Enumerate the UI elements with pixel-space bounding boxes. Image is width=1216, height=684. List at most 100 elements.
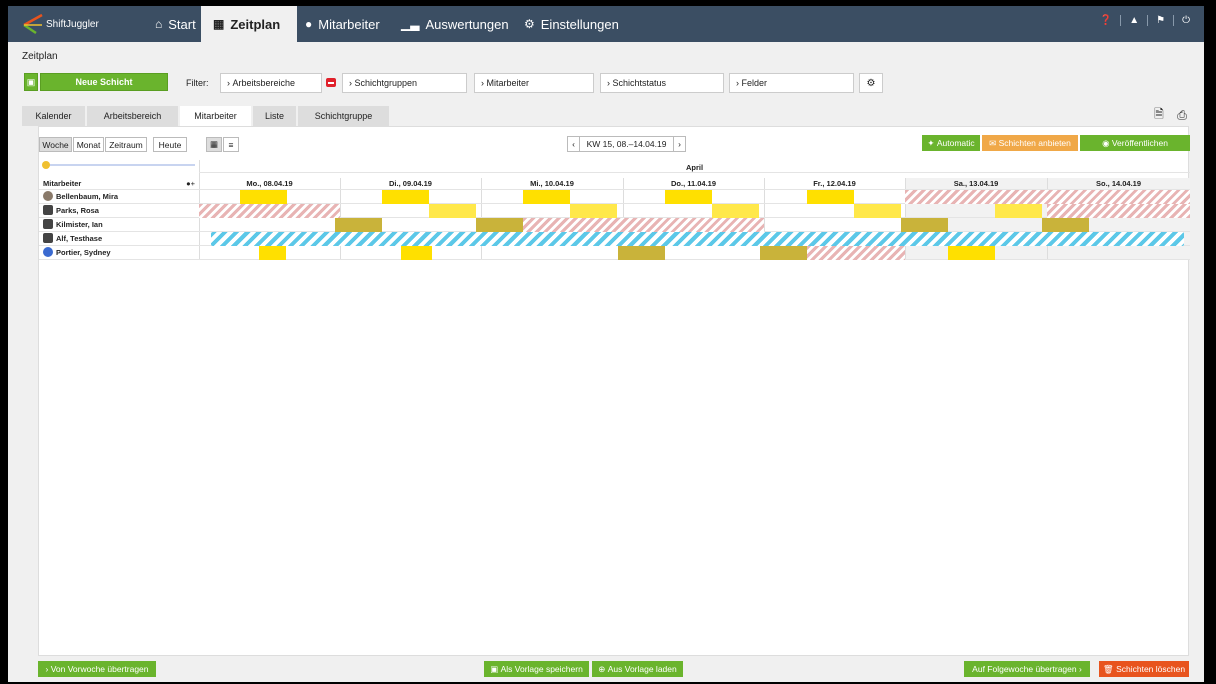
home-icon: ⌂ bbox=[155, 17, 163, 31]
day-header-fri: Fr., 12.04.19 bbox=[813, 178, 856, 188]
view-monat-button[interactable]: Monat bbox=[73, 137, 104, 152]
shift-block[interactable] bbox=[570, 204, 617, 218]
shift-block[interactable] bbox=[401, 246, 432, 260]
tab-mitarbeiter[interactable]: Mitarbeiter bbox=[180, 106, 252, 126]
avatar bbox=[43, 191, 53, 201]
calendar-icon: ▦ bbox=[213, 17, 225, 31]
shift-block[interactable] bbox=[429, 204, 476, 218]
filter-schichtstatus-label: Schichtstatus bbox=[612, 78, 667, 88]
power-icon[interactable]: ⏻ bbox=[1173, 14, 1198, 26]
shift-block[interactable] bbox=[523, 190, 570, 204]
load-template-label: Aus Vorlage laden bbox=[607, 664, 677, 674]
avatar bbox=[43, 219, 53, 229]
employee-row-label[interactable]: Kilmister, Ian bbox=[43, 217, 103, 231]
filter-schichtgruppen-label: Schichtgruppen bbox=[354, 78, 418, 88]
zoom-slider-handle[interactable] bbox=[42, 161, 50, 169]
filter-schichtstatus[interactable]: › Schichtstatus bbox=[600, 73, 724, 93]
shift-block[interactable] bbox=[995, 204, 1042, 218]
print-icon[interactable]: ⎙ bbox=[1173, 106, 1191, 124]
filter-mitarbeiter[interactable]: › Mitarbeiter bbox=[474, 73, 594, 93]
tab-liste[interactable]: Liste bbox=[253, 106, 297, 126]
new-shift-button[interactable]: Neue Schicht bbox=[40, 73, 168, 91]
eye-icon: ◉ bbox=[1102, 137, 1112, 148]
shift-block[interactable] bbox=[712, 204, 759, 218]
nav-start[interactable]: ⌂ Start bbox=[143, 6, 208, 42]
list-view-icon[interactable]: ≡ bbox=[223, 137, 239, 152]
day-header-thu: Do., 11.04.19 bbox=[670, 178, 717, 188]
nav-mitarbeiter[interactable]: ● Mitarbeiter bbox=[293, 6, 392, 42]
shift-block[interactable] bbox=[901, 218, 948, 232]
chevron-right-icon[interactable]: › bbox=[673, 137, 685, 151]
employee-row-label[interactable]: Parks, Rosa bbox=[43, 203, 99, 217]
grid-view-icon[interactable]: ▦ bbox=[206, 137, 222, 152]
filter-felder[interactable]: › Felder bbox=[729, 73, 854, 93]
schedule-panel: Woche Monat Zeitraum Heute ▦ ≡ ‹ KW 15, … bbox=[38, 126, 1190, 656]
view-heute-button[interactable]: Heute bbox=[153, 137, 187, 152]
offer-shifts-button[interactable]: ✉ Schichten anbieten bbox=[982, 135, 1078, 151]
filter-arbeitsbereiche[interactable]: › Arbeitsbereiche bbox=[220, 73, 322, 93]
chart-icon: ▁▃ bbox=[401, 17, 420, 31]
publish-button[interactable]: ◉ Veröffentlichen bbox=[1080, 135, 1190, 151]
tab-kalender[interactable]: Kalender bbox=[22, 106, 86, 126]
employee-row-label[interactable]: Bellenbaum, Mira bbox=[43, 189, 118, 203]
to-next-week-button[interactable]: Auf Folgewoche übertragen › bbox=[964, 661, 1090, 677]
shift-block[interactable] bbox=[335, 218, 382, 232]
shift-block[interactable] bbox=[259, 246, 286, 260]
nav-auswertungen[interactable]: ▁▃ Auswertungen bbox=[389, 6, 521, 42]
nav-zeitplan[interactable]: ▦ Zeitplan bbox=[201, 6, 297, 42]
absence-block[interactable] bbox=[1047, 204, 1190, 218]
publish-label: Veröffentlichen bbox=[1111, 138, 1168, 148]
to-next-week-label: Auf Folgewoche übertragen bbox=[972, 664, 1077, 674]
clear-filter-icon[interactable] bbox=[326, 78, 336, 87]
grid-line bbox=[199, 172, 1190, 173]
new-shift-icon-button[interactable]: ▣ bbox=[24, 73, 38, 91]
shift-block[interactable] bbox=[760, 246, 807, 260]
day-header-tue: Di., 09.04.19 bbox=[389, 178, 432, 188]
pdf-icon[interactable]: 🗎 bbox=[1150, 106, 1168, 124]
nav-start-label: Start bbox=[168, 16, 196, 32]
shift-block[interactable] bbox=[240, 190, 287, 204]
logo[interactable]: ShiftJuggler bbox=[22, 12, 99, 36]
shift-block[interactable] bbox=[807, 190, 854, 204]
user-icon[interactable]: ▲ bbox=[1120, 14, 1147, 26]
logo-mark bbox=[22, 13, 44, 35]
nav-mitarbeiter-label: Mitarbeiter bbox=[318, 16, 380, 32]
filter-schichtgruppen[interactable]: › Schichtgruppen bbox=[342, 73, 467, 93]
delete-shifts-button[interactable]: 🗑 Schichten löschen bbox=[1099, 661, 1189, 677]
gear-icon: ⚙ bbox=[524, 17, 535, 31]
shift-block[interactable] bbox=[1042, 218, 1089, 232]
absence-block[interactable] bbox=[199, 204, 340, 218]
add-user-icon[interactable]: ●+ bbox=[186, 179, 195, 188]
day-header-mon: Mo., 08.04.19 bbox=[246, 178, 293, 188]
view-zeitraum-button[interactable]: Zeitraum bbox=[105, 137, 147, 152]
absence-block[interactable] bbox=[905, 190, 1190, 204]
employee-row-label[interactable]: Portier, Sydney bbox=[43, 245, 111, 259]
day-header-wed: Mi., 10.04.19 bbox=[530, 178, 574, 188]
nav-einstellungen[interactable]: ⚙ Einstellungen bbox=[512, 6, 631, 42]
absence-block[interactable] bbox=[807, 246, 905, 260]
view-woche-button[interactable]: Woche bbox=[39, 137, 72, 152]
shift-block[interactable] bbox=[665, 190, 712, 204]
employee-row-label[interactable]: Alf, Testhase bbox=[43, 231, 102, 245]
shift-block[interactable] bbox=[382, 190, 429, 204]
save-template-button[interactable]: ▣ Als Vorlage speichern bbox=[484, 661, 589, 677]
shift-block[interactable] bbox=[948, 246, 995, 260]
shift-block[interactable] bbox=[618, 246, 665, 260]
tab-schichtgruppe[interactable]: Schichtgruppe bbox=[298, 106, 390, 126]
absence-block[interactable] bbox=[523, 218, 764, 232]
shift-block[interactable] bbox=[476, 218, 523, 232]
flag-icon[interactable]: ⚑ bbox=[1147, 14, 1173, 26]
tab-arbeitsbereich[interactable]: Arbeitsbereich bbox=[87, 106, 179, 126]
load-template-button[interactable]: ⊕ Aus Vorlage laden bbox=[592, 661, 683, 677]
chevron-left-icon[interactable]: ‹ bbox=[568, 137, 580, 151]
filter-settings-button[interactable]: ⚙ bbox=[859, 73, 883, 93]
shift-block[interactable] bbox=[854, 204, 901, 218]
automatic-button[interactable]: ✦ Automatic bbox=[922, 135, 980, 151]
help-icon[interactable]: ❓ bbox=[1092, 15, 1120, 26]
from-previous-week-button[interactable]: › Von Vorwoche übertragen bbox=[38, 661, 156, 677]
save-icon: ▣ bbox=[490, 663, 501, 674]
zoom-slider-track[interactable] bbox=[43, 164, 195, 166]
absence-block[interactable] bbox=[211, 232, 1184, 246]
save-template-label: Als Vorlage speichern bbox=[500, 664, 583, 674]
employee-column-label: Mitarbeiter bbox=[43, 178, 82, 188]
